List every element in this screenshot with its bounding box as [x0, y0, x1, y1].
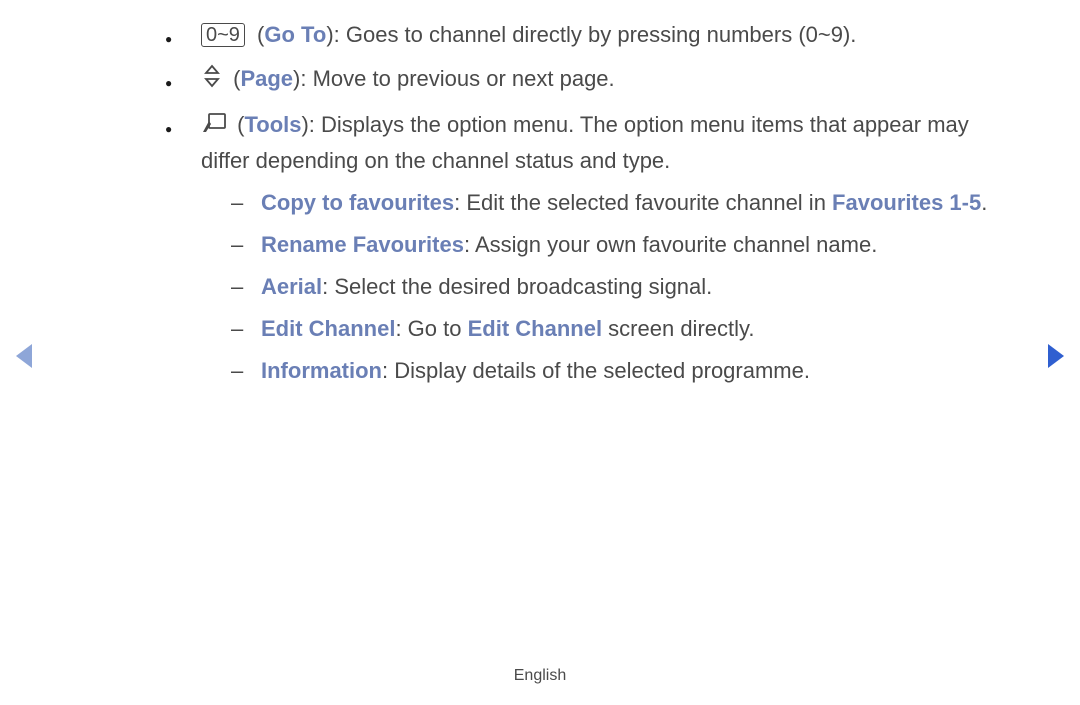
information-desc: : Display details of the selected progra…: [382, 358, 810, 383]
favourites-range-label: Favourites 1-5: [832, 190, 981, 215]
aerial-label: Aerial: [261, 274, 322, 299]
edit-channel-link: Edit Channel: [468, 316, 602, 341]
edit-channel-label: Edit Channel: [261, 316, 395, 341]
copy-desc-a: : Edit the selected favourite channel in: [454, 190, 832, 215]
page-label: Page: [240, 66, 293, 91]
edit-desc-a: : Go to: [395, 316, 467, 341]
sub-copy-favourites: Copy to favourites: Edit the selected fa…: [231, 186, 1015, 220]
bullet-goto: 0~9 (Go To): Goes to channel directly by…: [165, 18, 1015, 52]
paren-open: (: [251, 22, 264, 47]
page-desc: ): Move to previous or next page.: [293, 66, 615, 91]
number-key-icon: 0~9: [201, 23, 245, 47]
sub-information: Information: Display details of the sele…: [231, 354, 1015, 388]
goto-label: Go To: [264, 22, 326, 47]
tools-desc: ): Displays the option menu. The option …: [201, 112, 969, 173]
paren-open: (: [231, 112, 244, 137]
goto-desc: ): Goes to channel directly by pressing …: [326, 22, 856, 47]
tools-icon: [201, 110, 227, 144]
bullet-page: (Page): Move to previous or next page.: [165, 62, 1015, 98]
rename-desc: : Assign your own favourite channel name…: [464, 232, 877, 257]
footer-language-label: English: [0, 667, 1080, 685]
main-bullet-list: 0~9 (Go To): Goes to channel directly by…: [165, 18, 1015, 388]
copy-favourites-label: Copy to favourites: [261, 190, 454, 215]
aerial-desc: : Select the desired broadcasting signal…: [322, 274, 712, 299]
paren-open: (: [227, 66, 240, 91]
manual-page: 0~9 (Go To): Goes to channel directly by…: [0, 0, 1080, 705]
tools-submenu-list: Copy to favourites: Edit the selected fa…: [231, 186, 1015, 388]
tools-label: Tools: [244, 112, 301, 137]
sub-rename-favourites: Rename Favourites: Assign your own favou…: [231, 228, 1015, 262]
sub-edit-channel: Edit Channel: Go to Edit Channel screen …: [231, 312, 1015, 346]
information-label: Information: [261, 358, 382, 383]
rename-favourites-label: Rename Favourites: [261, 232, 464, 257]
sub-aerial: Aerial: Select the desired broadcasting …: [231, 270, 1015, 304]
copy-desc-b: .: [981, 190, 987, 215]
previous-page-arrow[interactable]: [10, 340, 36, 377]
updown-icon: [201, 64, 223, 98]
edit-desc-b: screen directly.: [602, 316, 754, 341]
next-page-arrow[interactable]: [1044, 340, 1070, 377]
bullet-tools: (Tools): Displays the option menu. The o…: [165, 108, 1015, 388]
content-region: 0~9 (Go To): Goes to channel directly by…: [165, 18, 1015, 398]
